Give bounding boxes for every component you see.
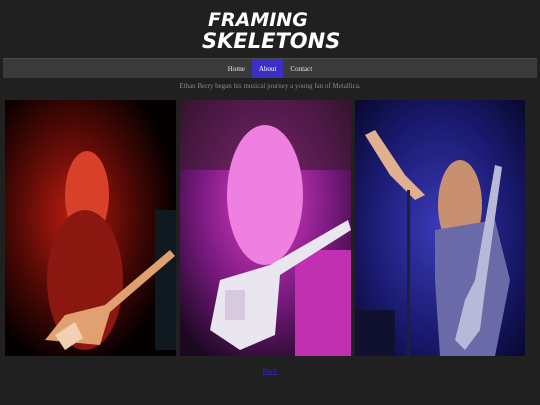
photo-gallery	[0, 100, 540, 356]
nav-item-contact[interactable]: Contact	[283, 59, 319, 78]
logo-line1: FRAMING	[208, 9, 308, 31]
nav-item-home[interactable]: Home	[221, 59, 252, 78]
back-link[interactable]: Back	[0, 367, 540, 375]
logo-line2: SKELETONS	[202, 29, 340, 52]
nav-item-about[interactable]: About	[251, 59, 284, 78]
page-caption: Ethan Berry began his musical journey a …	[179, 82, 361, 90]
photo-guitarist-blue[interactable]	[355, 100, 525, 356]
nav-bar: Home About Contact	[3, 58, 537, 78]
photo-guitarist-red[interactable]	[5, 100, 176, 356]
site-logo[interactable]: FRAMING SKELETONS	[0, 6, 540, 52]
photo-guitarist-pink[interactable]	[180, 100, 351, 356]
